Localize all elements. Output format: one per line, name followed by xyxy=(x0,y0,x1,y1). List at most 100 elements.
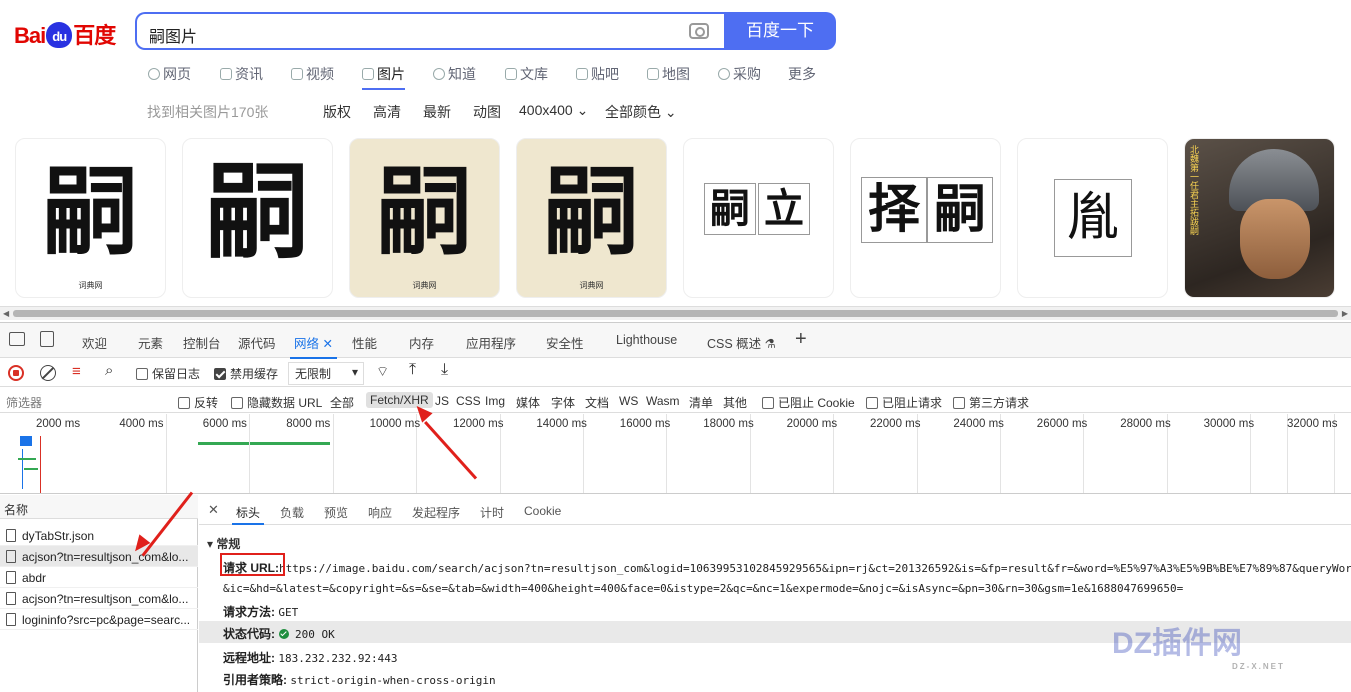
hide-data-url-checkbox[interactable]: 隐藏数据 URL xyxy=(231,394,322,411)
search-button[interactable]: 百度一下 xyxy=(724,12,836,50)
invert-checkbox[interactable]: 反转 xyxy=(178,394,218,411)
filter-latest[interactable]: 最新 xyxy=(423,102,451,122)
tab-payload[interactable]: 负载 xyxy=(280,504,304,521)
tab-elements[interactable]: 元素 xyxy=(138,333,163,352)
type-manifest[interactable]: 清单 xyxy=(689,394,713,411)
status-value: 200 OK xyxy=(295,628,335,641)
nav-news[interactable]: 资讯 xyxy=(220,64,263,84)
tab-sources[interactable]: 源代码 xyxy=(238,333,276,352)
tab-console[interactable]: 控制台 xyxy=(183,333,221,352)
type-css[interactable]: CSS xyxy=(456,394,481,408)
download-icon[interactable]: ⤓ xyxy=(441,361,448,379)
type-media[interactable]: 媒体 xyxy=(516,394,540,411)
search-input[interactable]: 嗣图片 xyxy=(135,12,727,50)
filter-input[interactable]: 筛选器 xyxy=(6,394,42,411)
type-other[interactable]: 其他 xyxy=(723,394,747,411)
scroll-left-icon[interactable]: ◀ xyxy=(3,309,9,318)
camera-icon[interactable] xyxy=(689,23,709,39)
network-timeline[interactable]: 2000 ms 4000 ms 6000 ms 8000 ms 10000 ms 1200… xyxy=(0,414,1351,494)
device-icon[interactable] xyxy=(40,331,54,347)
close-icon[interactable]: ✕ xyxy=(323,337,333,351)
nav-wenku[interactable]: 文库 xyxy=(505,64,548,84)
image-result[interactable]: 嗣 词典网 xyxy=(516,138,667,298)
type-wasm[interactable]: Wasm xyxy=(646,394,680,408)
scrollbar-thumb[interactable] xyxy=(13,310,1338,317)
chevron-down-icon: ▾ xyxy=(351,365,358,379)
timeline-bar xyxy=(24,468,38,470)
filter-icon[interactable]: ≡ xyxy=(72,363,81,380)
filter-copyright[interactable]: 版权 xyxy=(323,102,351,122)
type-all[interactable]: 全部 xyxy=(330,394,354,411)
filter-size[interactable]: 400x400 ⌄ xyxy=(519,102,588,119)
image-result[interactable]: 胤 xyxy=(1017,138,1168,298)
tab-preview[interactable]: 预览 xyxy=(324,504,348,521)
tab-response[interactable]: 响应 xyxy=(368,504,392,521)
image-result[interactable]: 择 嗣 xyxy=(850,138,1001,298)
network-filter-bar: 筛选器 反转 隐藏数据 URL 全部 Fetch/XHR JS CSS Img … xyxy=(0,388,1351,413)
tab-memory[interactable]: 内存 xyxy=(409,333,434,352)
timeline-tick: 28000 ms xyxy=(1120,418,1171,430)
disable-cache-checkbox[interactable]: 禁用缓存 xyxy=(214,365,278,382)
blocked-requests-checkbox[interactable]: 已阻止请求 xyxy=(866,394,942,411)
image-result[interactable]: 嗣 词典网 xyxy=(15,138,166,298)
filter-animated[interactable]: 动图 xyxy=(473,102,501,122)
file-icon xyxy=(6,529,16,542)
tab-lighthouse[interactable]: Lighthouse xyxy=(616,333,677,347)
close-icon[interactable]: ✕ xyxy=(208,502,219,518)
nav-images[interactable]: 图片 xyxy=(362,64,405,90)
record-icon[interactable] xyxy=(8,365,24,381)
tab-security[interactable]: 安全性 xyxy=(546,333,584,352)
tab-initiator[interactable]: 发起程序 xyxy=(412,504,460,521)
filter-color[interactable]: 全部颜色 ⌄ xyxy=(605,102,677,122)
tab-headers[interactable]: 标头 xyxy=(231,504,265,525)
tab-application[interactable]: 应用程序 xyxy=(466,333,516,352)
tab-timing[interactable]: 计时 xyxy=(480,504,504,521)
request-row[interactable]: dyTabStr.json xyxy=(0,525,198,546)
tab-welcome[interactable]: 欢迎 xyxy=(82,333,107,352)
nav-more[interactable]: 更多 xyxy=(788,64,816,84)
nav-zhidao[interactable]: 知道 xyxy=(433,64,476,84)
image-result[interactable]: 嗣 xyxy=(182,138,333,298)
nav-purchase[interactable]: 采购 xyxy=(718,64,761,84)
nav-tieba[interactable]: 贴吧 xyxy=(576,64,619,84)
request-row[interactable]: abdr xyxy=(0,567,198,588)
type-js[interactable]: JS xyxy=(435,394,449,408)
tab-network[interactable]: 网络 ✕ xyxy=(290,333,337,359)
nav-web[interactable]: 网页 xyxy=(148,64,191,84)
scroll-right-icon[interactable]: ▶ xyxy=(1342,309,1348,318)
throttle-select[interactable]: 无限制 ▾ xyxy=(288,362,364,385)
blocked-cookies-checkbox[interactable]: 已阻止 Cookie xyxy=(762,394,855,411)
name-column-header[interactable]: 名称 xyxy=(0,495,198,519)
nav-map[interactable]: 地图 xyxy=(647,64,690,84)
filter-hd[interactable]: 高清 xyxy=(373,102,401,122)
result-count: 找到相关图片170张 xyxy=(147,104,269,120)
image-result[interactable]: 北魏第一任君主拓跋嗣 xyxy=(1184,138,1335,298)
devtools-tabs: 欢迎 元素 控制台 源代码 网络 ✕ 性能 内存 应用程序 安全性 Lighth… xyxy=(0,323,1351,359)
general-section[interactable]: ▾ 常规 xyxy=(207,535,240,552)
add-tab-icon[interactable]: + xyxy=(795,328,807,351)
inspect-icon[interactable] xyxy=(9,332,25,346)
timeline-tick: 10000 ms xyxy=(369,418,421,430)
tab-css-overview[interactable]: CSS 概述 ⚗ xyxy=(707,333,776,352)
wifi-settings-icon[interactable]: ⌔ xyxy=(376,363,389,381)
clear-icon[interactable] xyxy=(40,365,56,381)
tab-performance[interactable]: 性能 xyxy=(352,333,377,352)
request-row[interactable]: acjson?tn=resultjson_com&lo... xyxy=(0,546,198,567)
type-font[interactable]: 字体 xyxy=(551,394,575,411)
nav-video[interactable]: 视频 xyxy=(291,64,334,84)
type-img[interactable]: Img xyxy=(485,394,505,408)
upload-icon[interactable]: ⤒ xyxy=(409,361,416,379)
request-row[interactable]: acjson?tn=resultjson_com&lo... xyxy=(0,588,198,609)
third-party-checkbox[interactable]: 第三方请求 xyxy=(953,394,1029,411)
request-row[interactable]: logininfo?src=pc&page=searc... xyxy=(0,609,198,630)
type-ws[interactable]: WS xyxy=(619,394,638,408)
preserve-log-checkbox[interactable]: 保留日志 xyxy=(136,365,200,382)
type-doc[interactable]: 文档 xyxy=(585,394,609,411)
image-result[interactable]: 嗣 立 xyxy=(683,138,834,298)
timeline-bar xyxy=(198,442,330,445)
image-result[interactable]: 嗣 词典网 xyxy=(349,138,500,298)
horizontal-scrollbar[interactable]: ◀ ▶ xyxy=(0,306,1351,320)
tab-cookies[interactable]: Cookie xyxy=(524,504,561,518)
search-icon[interactable]: ⌕ xyxy=(105,362,113,379)
baidu-logo[interactable]: Bai du 百度 xyxy=(14,18,116,50)
